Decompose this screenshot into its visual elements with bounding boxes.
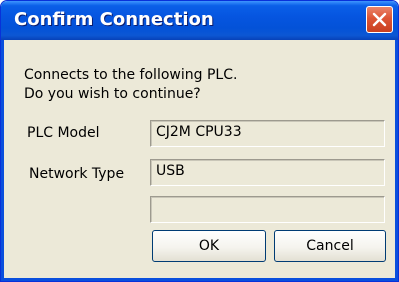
window-frame-left xyxy=(1,40,4,281)
message-line-1: Connects to the following PLC. xyxy=(24,67,238,83)
close-button[interactable] xyxy=(366,6,393,33)
ok-button[interactable]: OK xyxy=(152,230,266,262)
cancel-button[interactable]: Cancel xyxy=(274,230,386,262)
empty-info-field xyxy=(150,196,385,223)
window-frame-bottom xyxy=(1,278,398,281)
network-type-field: USB xyxy=(150,159,385,186)
confirm-connection-dialog: Confirm Connection Connects to the follo… xyxy=(0,0,399,282)
dialog-title: Confirm Connection xyxy=(14,9,214,30)
network-type-label: Network Type xyxy=(29,166,125,182)
title-bar[interactable]: Confirm Connection xyxy=(1,1,398,40)
message-line-2: Do you wish to continue? xyxy=(24,86,201,102)
window-frame-right xyxy=(395,40,398,281)
plc-model-label: PLC Model xyxy=(27,125,100,141)
close-x-icon xyxy=(372,12,387,27)
plc-model-field: CJ2M CPU33 xyxy=(150,120,385,147)
